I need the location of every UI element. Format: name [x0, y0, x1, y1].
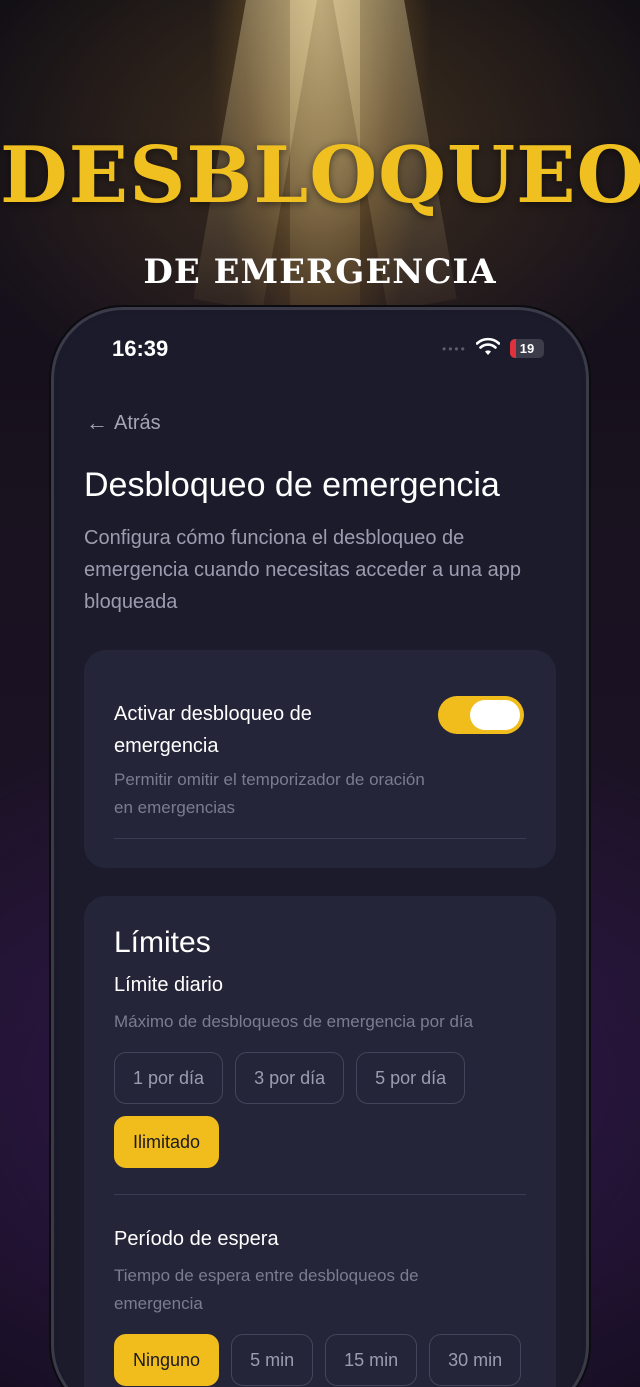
- page-description: Configura cómo funciona el desbloqueo de…: [84, 527, 521, 613]
- banner-subheadline: DE EMERGENCIA: [143, 252, 497, 292]
- battery-level: 19: [519, 341, 535, 356]
- banner-headline: DESBLOQUEO: [0, 130, 640, 221]
- emergency-unlock-toggle[interactable]: [438, 696, 524, 734]
- daily-option[interactable]: Ilimitado: [114, 1116, 220, 1168]
- cooldown-hint: Tiempo de espera entre desbloqueos de em…: [114, 1266, 419, 1313]
- status-time: 16:39: [112, 336, 169, 361]
- signal-dots-icon: ••••: [442, 342, 467, 356]
- daily-option[interactable]: 3 por día: [235, 1052, 345, 1104]
- back-label: Atrás: [114, 411, 161, 434]
- status-bar: 16:39 •••• 19: [58, 334, 582, 364]
- daily-limit-options: 1 por día 3 por día 5 por día Ilimitado: [114, 1052, 534, 1168]
- daily-limit-label: Límite diario: [114, 974, 223, 996]
- wifi-icon: [476, 337, 500, 355]
- limits-title: Límites: [114, 926, 211, 959]
- page-title: Desbloqueo de emergencia: [84, 466, 500, 504]
- limits-card: Límites Límite diario Máximo de desbloqu…: [84, 896, 556, 1387]
- daily-option[interactable]: 1 por día: [114, 1052, 224, 1104]
- toggle-description: Permitir omitir el temporizador de oraci…: [114, 770, 425, 817]
- daily-option[interactable]: 5 por día: [356, 1052, 466, 1104]
- divider: [114, 1194, 526, 1195]
- cooldown-label: Período de espera: [114, 1228, 279, 1250]
- cooldown-option[interactable]: Ninguno: [114, 1334, 220, 1386]
- toggle-label: Activar desbloqueo de emergencia: [114, 703, 312, 757]
- daily-limit-hint: Máximo de desbloqueos de emergencia por …: [114, 1012, 474, 1031]
- toggle-knob: [470, 700, 520, 730]
- cooldown-option[interactable]: 5 min: [231, 1334, 314, 1386]
- divider: [114, 838, 526, 839]
- battery-indicator: 19: [510, 339, 544, 358]
- arrow-left-icon: ←: [86, 410, 108, 435]
- emergency-toggle-card: Activar desbloqueo de emergencia Permiti…: [84, 650, 556, 868]
- back-button[interactable]: ← Atrás: [86, 410, 161, 436]
- cooldown-option[interactable]: 30 min: [429, 1334, 522, 1386]
- cooldown-option[interactable]: 15 min: [325, 1334, 418, 1386]
- app-screen: 16:39 •••• 19 ← Atrás Desbloqueo de emer…: [58, 314, 582, 1387]
- cooldown-options: Ninguno 5 min 15 min 30 min: [114, 1334, 534, 1386]
